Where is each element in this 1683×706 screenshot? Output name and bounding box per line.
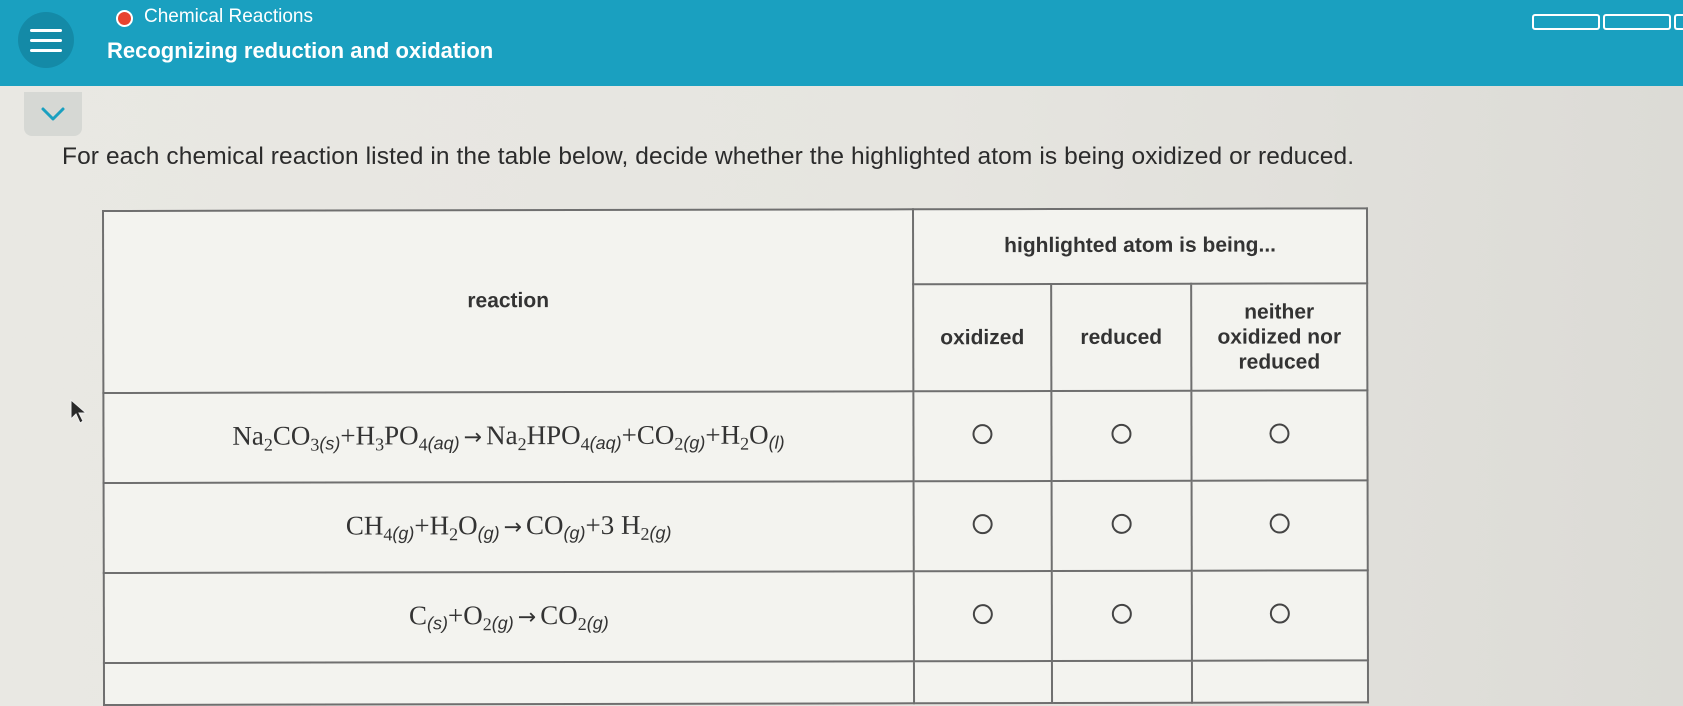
menu-icon-line [30, 28, 62, 32]
reaction-arrow-icon: → [517, 605, 537, 631]
collapse-button[interactable] [24, 92, 82, 136]
header-reduced: reduced [1051, 283, 1192, 392]
radio-cell-reduced [1051, 570, 1192, 662]
radio-cell-reduced [1051, 480, 1192, 572]
header-reaction: reaction [103, 209, 914, 393]
state-symbol: (s) [319, 433, 341, 454]
header-neither-label: neither oxidized nor reduced [1217, 300, 1342, 374]
radio-cell-neither [1191, 480, 1368, 571]
radio-cell-neither [1191, 390, 1368, 481]
radio-cell-reduced [1051, 390, 1192, 482]
state-symbol: (aq) [589, 432, 622, 453]
chevron-down-icon [41, 107, 65, 121]
formula-subscript: 2 [577, 613, 587, 635]
status-dot-icon [116, 10, 133, 27]
radio-neither[interactable] [1269, 423, 1290, 444]
state-symbol: (g) [563, 522, 586, 544]
radio-cell-cutoff [1051, 660, 1193, 704]
state-symbol: (g) [683, 432, 706, 453]
reaction-arrow-icon: → [463, 425, 483, 451]
formula-subscript: 2 [674, 433, 684, 454]
formula-text: O [749, 419, 769, 450]
state-symbol: (s) [427, 613, 449, 634]
menu-icon-line [30, 48, 62, 52]
instructions-text: For each chemical reaction listed in the… [62, 143, 1355, 170]
formula-text: Na [486, 420, 518, 451]
radio-cell-cutoff [913, 661, 1053, 704]
formula-subscript: 4 [418, 434, 428, 455]
formula-text: O [458, 510, 478, 541]
radio-cell-oxidized [913, 391, 1052, 482]
topic-category: Chemical Reactions [144, 6, 313, 27]
state-symbol: (l) [768, 432, 785, 453]
reaction-table: reaction highlighted atom is being... ox… [102, 207, 1370, 706]
radio-oxidized[interactable] [972, 514, 993, 535]
radio-cell-neither [1191, 570, 1368, 661]
formula-subscript: 2 [740, 433, 750, 454]
state-symbol: (g) [649, 522, 672, 543]
formula-text: CO [272, 420, 311, 451]
header-neither: neither oxidized nor reduced [1191, 283, 1368, 391]
formula-subscript: 3 [310, 434, 320, 455]
formula-text: +H [414, 510, 450, 541]
radio-oxidized[interactable] [972, 424, 993, 445]
formula-subscript: 3 [375, 434, 385, 455]
formula-text: +O [447, 600, 483, 631]
menu-button[interactable] [18, 12, 74, 68]
formula-text: C [408, 600, 428, 631]
formula-text: HPO [526, 419, 581, 451]
formula-text: Na [232, 420, 264, 451]
reaction-arrow-icon: → [503, 515, 523, 541]
radio-neither[interactable] [1269, 513, 1290, 534]
state-symbol: (g) [491, 613, 514, 634]
formula-subscript: 2 [517, 434, 527, 455]
state-symbol: (aq) [427, 433, 460, 454]
formula-text: CO [540, 600, 578, 631]
reaction-equation: Na2CO3(s)+H3PO4(aq) → Na2HPO4(aq)+CO2(g)+H… [103, 391, 914, 483]
progress-segment [1532, 14, 1600, 30]
radio-reduced[interactable] [1111, 513, 1132, 534]
progress-segment [1674, 14, 1683, 30]
progress-indicator [1532, 14, 1683, 30]
formula-text: +H [340, 420, 376, 451]
header-oxidized: oxidized [913, 283, 1052, 392]
radio-cell-oxidized [913, 481, 1052, 572]
formula-text: +CO [621, 419, 675, 450]
formula-text: CH [345, 510, 384, 541]
table-row: C(s)+O2(g) → CO2(g) [103, 570, 1368, 663]
radio-oxidized[interactable] [972, 604, 993, 625]
table-row: Na2CO3(s)+H3PO4(aq) → Na2HPO4(aq)+CO2(g)+H… [103, 390, 1368, 483]
menu-icon-line [30, 38, 62, 42]
header-highlighted-atom: highlighted atom is being... [913, 208, 1368, 285]
state-symbol: (g) [477, 523, 500, 544]
radio-neither[interactable] [1269, 603, 1290, 624]
table-row: CH4(g)+H2O(g) → CO(g)+3 H2(g) [103, 480, 1368, 573]
formula-text: +3 H [585, 509, 641, 540]
radio-cell-oxidized [913, 571, 1052, 662]
formula-text: +H [705, 419, 741, 450]
formula-subscript: 2 [640, 523, 650, 544]
radio-reduced[interactable] [1111, 603, 1132, 624]
table-row [103, 660, 1369, 705]
formula-subscript: 2 [482, 614, 492, 635]
radio-cell-cutoff [1191, 660, 1369, 703]
reaction-equation-cutoff [103, 661, 915, 705]
page-title: Recognizing reduction and oxidation [107, 38, 494, 63]
formula-subscript: 4 [580, 433, 590, 454]
radio-reduced[interactable] [1111, 423, 1132, 444]
mouse-pointer-icon [70, 399, 88, 424]
reaction-equation: C(s)+O2(g) → CO2(g) [103, 571, 914, 663]
formula-text: CO [525, 510, 564, 541]
progress-segment [1603, 14, 1671, 30]
formula-subscript: 4 [383, 524, 393, 545]
state-symbol: (g) [586, 612, 609, 633]
top-header-bar: Chemical Reactions Recognizing reduction… [0, 0, 1683, 86]
reaction-equation: CH4(g)+H2O(g) → CO(g)+3 H2(g) [103, 481, 914, 573]
formula-text: PO [384, 420, 419, 451]
state-symbol: (g) [392, 523, 415, 544]
